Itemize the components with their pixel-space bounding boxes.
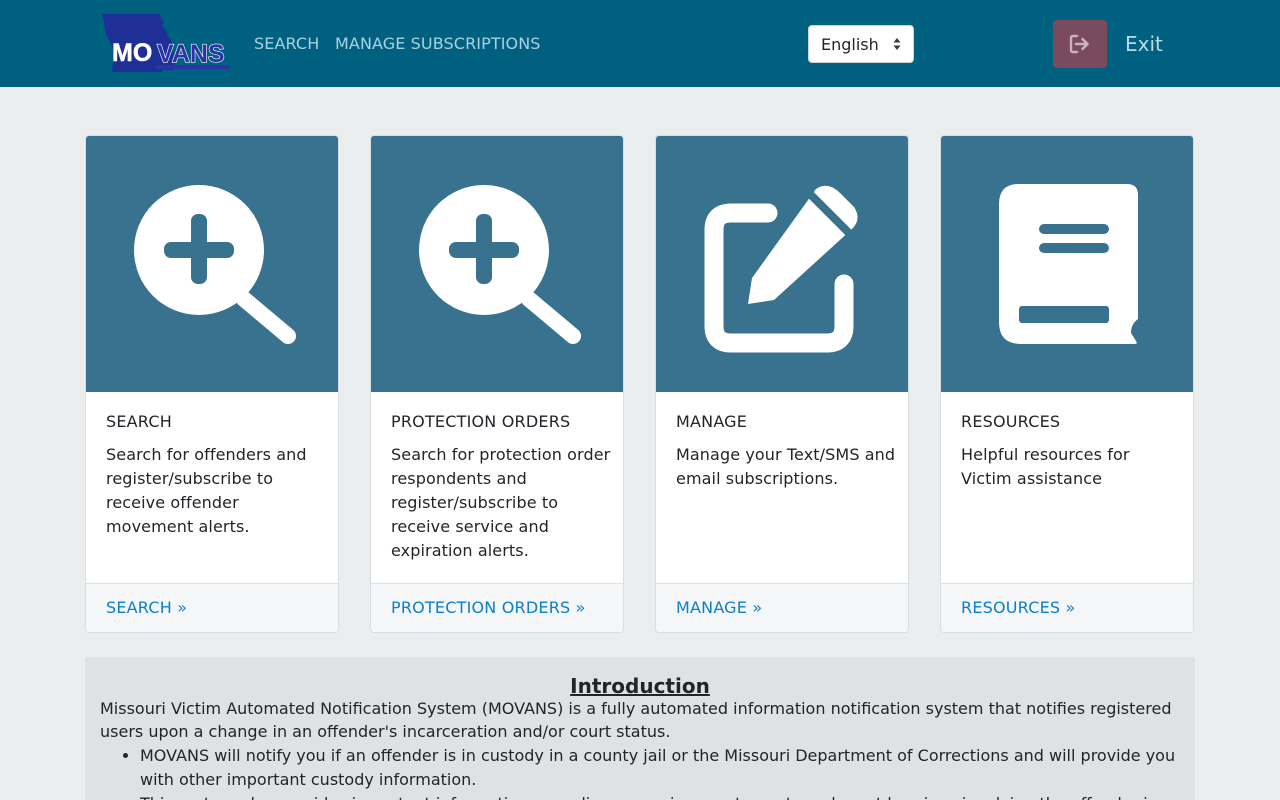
- language-select[interactable]: English: [808, 25, 914, 63]
- card-manage-link[interactable]: MANAGE »: [676, 598, 762, 617]
- movans-logo[interactable]: MO VANS: [100, 12, 232, 74]
- card-manage-title: MANAGE: [676, 412, 748, 431]
- card-search-text: Search for offenders and register/subscr…: [106, 445, 307, 536]
- introduction-bullet: This system also provides important info…: [140, 792, 1180, 800]
- card-search-link[interactable]: SEARCH »: [106, 598, 187, 617]
- card-resources-link[interactable]: RESOURCES »: [961, 598, 1076, 617]
- top-navbar: MO VANS SEARCH MANAGE SUBSCRIPTIONS Engl…: [0, 0, 1280, 87]
- card-search-title: SEARCH: [106, 412, 172, 431]
- exit-link[interactable]: Exit: [1125, 32, 1163, 56]
- card-protection-orders: PROTECTION ORDERS Search for protection …: [370, 135, 624, 633]
- introduction-bullet-list: MOVANS will notify you if an offender is…: [140, 744, 1180, 800]
- card-protection-orders-text: Search for protection order respondents …: [391, 445, 611, 560]
- card-manage: MANAGE Manage your Text/SMS and email su…: [655, 135, 909, 633]
- logo-text-mo: MO: [112, 39, 152, 67]
- introduction-section: Introduction Missouri Victim Automated N…: [85, 657, 1195, 800]
- card-resources-text: Helpful resources for Victim assistance: [961, 445, 1130, 488]
- card-resources: RESOURCES Helpful resources for Victim a…: [940, 135, 1194, 633]
- edit-pencil-icon: [704, 185, 858, 353]
- card-protection-orders-image[interactable]: [371, 136, 623, 392]
- logo-text-vans: VANS: [157, 40, 225, 68]
- exit-button[interactable]: [1053, 20, 1107, 68]
- card-manage-text: Manage your Text/SMS and email subscript…: [676, 445, 896, 488]
- introduction-title: Introduction: [570, 674, 710, 698]
- introduction-paragraph: Missouri Victim Automated Notification S…: [100, 699, 1172, 741]
- book-icon: [999, 184, 1138, 344]
- magnifier-plus-icon: [419, 185, 581, 344]
- select-caret-icon: [893, 38, 901, 50]
- card-protection-orders-footer: PROTECTION ORDERS »: [371, 583, 623, 632]
- sign-out-icon: [1069, 34, 1089, 54]
- card-manage-footer: MANAGE »: [656, 583, 908, 632]
- introduction-bullet: MOVANS will notify you if an offender is…: [140, 744, 1180, 792]
- card-protection-orders-title: PROTECTION ORDERS: [391, 412, 571, 431]
- card-resources-footer: RESOURCES »: [941, 583, 1193, 632]
- magnifier-plus-icon: [134, 185, 296, 344]
- nav-search-link[interactable]: SEARCH: [254, 34, 319, 53]
- card-search-image[interactable]: [86, 136, 338, 392]
- card-search: SEARCH Search for offenders and register…: [85, 135, 339, 633]
- card-search-footer: SEARCH »: [86, 583, 338, 632]
- card-resources-image[interactable]: [941, 136, 1193, 392]
- card-resources-title: RESOURCES: [961, 412, 1061, 431]
- card-manage-image[interactable]: [656, 136, 908, 392]
- nav-manage-subscriptions-link[interactable]: MANAGE SUBSCRIPTIONS: [335, 34, 541, 53]
- language-selected-value: English: [821, 35, 879, 54]
- card-protection-orders-link[interactable]: PROTECTION ORDERS »: [391, 598, 586, 617]
